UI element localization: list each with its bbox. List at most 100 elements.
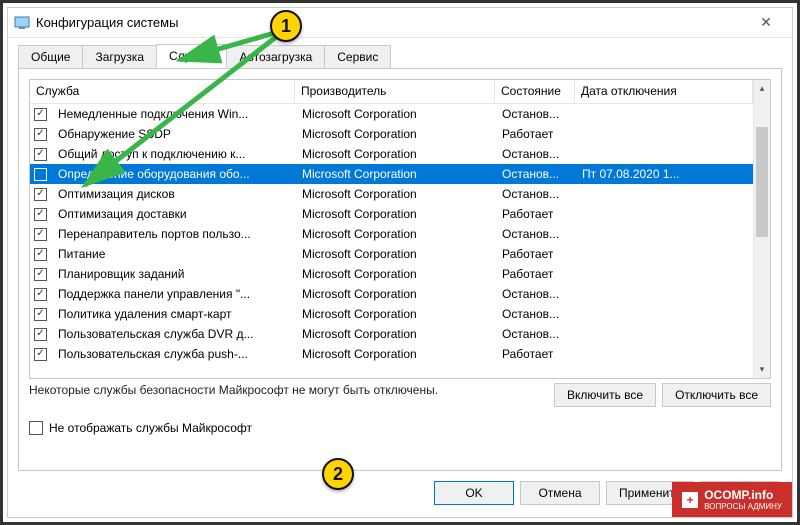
- table-row[interactable]: ✓ Политика удаления смарт-картMicrosoft C…: [30, 304, 753, 324]
- table-row[interactable]: ✓ Пользовательская служба push-...Microso…: [30, 344, 753, 364]
- row-checkbox[interactable]: ✓: [34, 328, 47, 341]
- cell-manufacturer: Microsoft Corporation: [296, 207, 496, 221]
- tab-startup[interactable]: Автозагрузка: [226, 45, 325, 68]
- list-header: Служба Производитель Состояние Дата откл…: [30, 80, 753, 104]
- app-icon: [14, 15, 30, 31]
- tab-general[interactable]: Общие: [18, 45, 83, 68]
- table-row[interactable]: ✓ ПитаниеMicrosoft CorporationРаботает: [30, 244, 753, 264]
- cell-manufacturer: Microsoft Corporation: [296, 347, 496, 361]
- cell-manufacturer: Microsoft Corporation: [296, 107, 496, 121]
- cell-manufacturer: Microsoft Corporation: [296, 267, 496, 281]
- cell-service: Питание: [52, 247, 296, 261]
- cell-manufacturer: Microsoft Corporation: [296, 227, 496, 241]
- column-manufacturer[interactable]: Производитель: [295, 80, 495, 103]
- cancel-button[interactable]: Отмена: [520, 481, 600, 505]
- table-row[interactable]: ✓ Оптимизация дисковMicrosoft Corporation…: [30, 184, 753, 204]
- cell-state: Останов...: [496, 227, 576, 241]
- msconfig-window: Конфигурация системы ✕ Общие Загрузка Сл…: [7, 7, 793, 518]
- scroll-down-button[interactable]: ▾: [754, 361, 770, 378]
- cell-service: Оптимизация доставки: [52, 207, 296, 221]
- cell-manufacturer: Microsoft Corporation: [296, 187, 496, 201]
- cell-state: Работает: [496, 267, 576, 281]
- cell-service: Оптимизация дисков: [52, 187, 296, 201]
- titlebar: Конфигурация системы ✕: [8, 8, 792, 38]
- row-checkbox[interactable]: ✓: [34, 268, 47, 281]
- watermark-sub: ВОПРОСЫ АДМИНУ: [704, 502, 782, 511]
- disable-all-button[interactable]: Отключить все: [662, 383, 771, 407]
- tab-boot[interactable]: Загрузка: [82, 45, 157, 68]
- table-row[interactable]: ✓ Общий доступ к подключению к...Microsof…: [30, 144, 753, 164]
- list-rows: ✓Немедленные подключения Win...Microsoft…: [30, 104, 753, 378]
- scroll-track[interactable]: [754, 97, 770, 361]
- cell-state: Останов...: [496, 327, 576, 341]
- ok-button[interactable]: OK: [434, 481, 514, 505]
- hide-ms-checkbox[interactable]: [29, 421, 43, 435]
- cell-state: Останов...: [496, 187, 576, 201]
- cell-manufacturer: Microsoft Corporation: [296, 147, 496, 161]
- cell-state: Останов...: [496, 147, 576, 161]
- row-checkbox[interactable]: ✓: [34, 148, 47, 161]
- column-service[interactable]: Служба: [30, 80, 295, 103]
- row-checkbox[interactable]: ✓: [34, 248, 47, 261]
- cell-service: Определение оборудования обо...: [52, 167, 296, 181]
- row-checkbox[interactable]: ✓: [34, 188, 47, 201]
- cell-service: Планировщик заданий: [52, 267, 296, 281]
- cell-manufacturer: Microsoft Corporation: [296, 127, 496, 141]
- vertical-scrollbar[interactable]: ▴ ▾: [753, 80, 770, 378]
- tab-tools[interactable]: Сервис: [324, 45, 391, 68]
- row-checkbox[interactable]: ✓: [34, 208, 47, 221]
- row-checkbox[interactable]: ✓: [34, 308, 47, 321]
- row-checkbox[interactable]: ✓: [34, 108, 47, 121]
- cell-manufacturer: Microsoft Corporation: [296, 327, 496, 341]
- cell-service: Обнаружение SSDP: [52, 127, 296, 141]
- table-row[interactable]: ✓ Пользовательская служба DVR д...Microso…: [30, 324, 753, 344]
- hide-ms-services-row: Не отображать службы Майкрософт: [29, 421, 771, 435]
- cell-state: Останов...: [496, 167, 576, 181]
- table-row[interactable]: ✓ Поддержка панели управления "...Microso…: [30, 284, 753, 304]
- services-listview: Служба Производитель Состояние Дата откл…: [29, 79, 771, 379]
- cell-service: Общий доступ к подключению к...: [52, 147, 296, 161]
- cell-service: Пользовательская служба DVR д...: [52, 327, 296, 341]
- row-checkbox[interactable]: ✓: [34, 228, 47, 241]
- cell-state: Работает: [496, 127, 576, 141]
- window-title: Конфигурация системы: [36, 15, 746, 30]
- cell-service: Пользовательская служба push-...: [52, 347, 296, 361]
- table-row[interactable]: ✓ Немедленные подключения Win...Microsoft…: [30, 104, 753, 124]
- tab-panel-services: Служба Производитель Состояние Дата откл…: [18, 68, 782, 471]
- cell-service: Перенаправитель портов пользо...: [52, 227, 296, 241]
- cell-service: Поддержка панели управления "...: [52, 287, 296, 301]
- scroll-thumb[interactable]: [756, 127, 768, 237]
- table-row[interactable]: ✓ Перенаправитель портов пользо...Microso…: [30, 224, 753, 244]
- row-checkbox[interactable]: ✓: [34, 348, 47, 361]
- tabstrip: Общие Загрузка Службы Автозагрузка Серви…: [8, 38, 792, 68]
- cell-state: Останов...: [496, 307, 576, 321]
- column-state[interactable]: Состояние: [495, 80, 575, 103]
- cell-manufacturer: Microsoft Corporation: [296, 287, 496, 301]
- table-row[interactable]: ✓ Обнаружение SSDPMicrosoft CorporationРа…: [30, 124, 753, 144]
- row-checkbox[interactable]: ✓: [34, 288, 47, 301]
- cell-date: Пт 07.08.2020 1...: [576, 167, 753, 181]
- note-text: Некоторые службы безопасности Майкрософт…: [29, 383, 438, 397]
- close-button[interactable]: ✕: [746, 14, 786, 31]
- table-row[interactable]: ✓ Планировщик заданийMicrosoft Corporatio…: [30, 264, 753, 284]
- plus-icon: +: [682, 492, 698, 508]
- row-checkbox[interactable]: ✓: [34, 128, 47, 141]
- table-row[interactable]: Определение оборудования обо...Microsoft…: [30, 164, 753, 184]
- enable-all-button[interactable]: Включить все: [554, 383, 656, 407]
- row-checkbox[interactable]: [34, 168, 47, 181]
- cell-service: Немедленные подключения Win...: [52, 107, 296, 121]
- cell-service: Политика удаления смарт-карт: [52, 307, 296, 321]
- cell-manufacturer: Microsoft Corporation: [296, 247, 496, 261]
- watermark-brand: OCOMP.info: [704, 488, 782, 502]
- table-row[interactable]: ✓ Оптимизация доставкиMicrosoft Corporati…: [30, 204, 753, 224]
- cell-manufacturer: Microsoft Corporation: [296, 307, 496, 321]
- cell-state: Работает: [496, 247, 576, 261]
- tab-services[interactable]: Службы: [156, 44, 227, 68]
- cell-state: Останов...: [496, 107, 576, 121]
- cell-manufacturer: Microsoft Corporation: [296, 167, 496, 181]
- cell-state: Работает: [496, 207, 576, 221]
- column-date-disabled[interactable]: Дата отключения: [575, 80, 753, 103]
- cell-state: Останов...: [496, 287, 576, 301]
- scroll-up-button[interactable]: ▴: [754, 80, 770, 97]
- hide-ms-label: Не отображать службы Майкрософт: [49, 421, 252, 435]
